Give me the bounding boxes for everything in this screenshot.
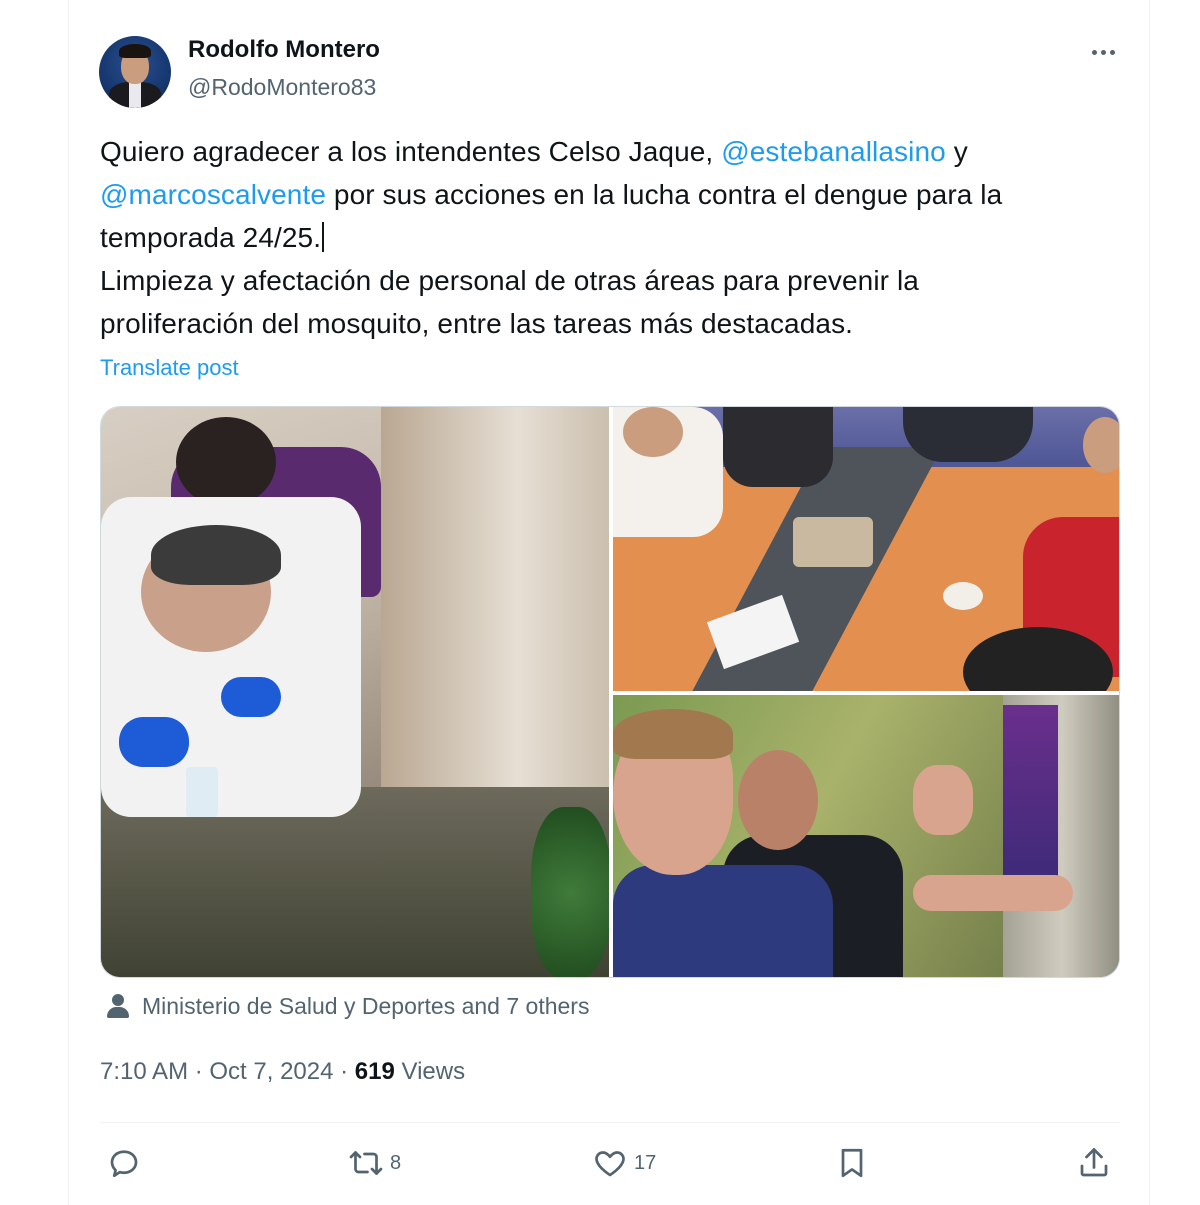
photo-person <box>903 407 1033 462</box>
reply-button[interactable] <box>106 1145 148 1181</box>
media-grid <box>100 406 1120 978</box>
reply-icon <box>110 1150 138 1178</box>
photo-hand <box>913 765 973 835</box>
photo-glove <box>119 717 189 767</box>
post-text-segment: y <box>945 136 968 167</box>
like-icon <box>595 1151 625 1177</box>
author-avatar[interactable] <box>99 36 171 108</box>
photo-poster[interactable] <box>613 695 1119 977</box>
repost-button[interactable]: 8 <box>348 1145 401 1181</box>
photo-poster-sign <box>1003 705 1058 885</box>
post-line-4: Limpieza y afectación de personal de otr… <box>100 265 919 296</box>
like-button[interactable]: 17 <box>592 1145 656 1181</box>
photo-arm <box>913 875 1073 911</box>
photo-wall <box>381 407 609 787</box>
tagged-users-label: Ministerio de Salud y Deportes and 7 oth… <box>142 992 590 1019</box>
photo-sample-cup <box>186 767 218 817</box>
post-text: Quiero agradecer a los intendentes Celso… <box>100 130 1110 345</box>
photo-person-hair <box>613 709 733 759</box>
bookmark-icon <box>841 1148 863 1178</box>
post-line-5: proliferación del mosquito, entre las ta… <box>100 308 854 339</box>
photo-glove <box>221 677 281 717</box>
photo-meeting[interactable] <box>613 407 1119 691</box>
post-text-segment: temporada 24/25. <box>100 222 322 253</box>
translate-post-link[interactable]: Translate post <box>100 355 239 381</box>
mention-estebanallasino[interactable]: @estebanallasino <box>721 136 946 167</box>
post-line-1: Quiero agradecer a los intendentes Celso… <box>100 130 1110 173</box>
divider <box>100 1122 1120 1123</box>
avatar-shirt <box>129 82 141 108</box>
photo-worker-head <box>176 417 276 507</box>
mention-marcoscalvente[interactable]: @marcoscalvente <box>100 179 326 210</box>
photo-plant <box>531 807 609 977</box>
views-label: Views <box>394 1058 466 1085</box>
author-name[interactable]: Rodolfo Montero <box>188 36 380 64</box>
photo-box <box>793 517 873 567</box>
like-count: 17 <box>634 1151 657 1174</box>
author-handle[interactable]: @RodoMontero83 <box>188 74 376 101</box>
post-text-segment: Quiero agradecer a los intendentes Celso… <box>100 136 722 167</box>
photo-cup <box>943 582 983 610</box>
tagged-users[interactable]: Ministerio de Salud y Deportes and 7 oth… <box>104 992 589 1020</box>
photo-person-head <box>1083 417 1119 473</box>
post-timestamp[interactable]: 7:10 AM · Oct 7, 2024 · <box>100 1058 355 1085</box>
photo-inspection[interactable] <box>101 407 609 977</box>
text-caret <box>322 222 325 252</box>
share-icon <box>1080 1148 1108 1177</box>
more-icon[interactable] <box>1086 38 1120 66</box>
photo-person-head <box>623 407 683 457</box>
photo-person <box>723 407 833 487</box>
photo-person-head <box>738 750 818 850</box>
repost-icon <box>349 1151 383 1175</box>
repost-count: 8 <box>390 1151 402 1174</box>
views-count: 619 <box>354 1058 395 1085</box>
post-line-2: @marcoscalvente por sus acciones en la l… <box>100 173 1110 216</box>
photo-man-hair <box>151 525 281 585</box>
share-button[interactable] <box>1076 1145 1112 1181</box>
post-line-3: temporada 24/25. <box>100 216 1110 259</box>
post-text-segment: por sus acciones en la lucha contra el d… <box>326 179 1003 210</box>
avatar-hair <box>119 44 151 58</box>
post-meta: 7:10 AM · Oct 7, 2024 · 619 Views <box>100 1058 465 1086</box>
person-icon <box>104 992 132 1020</box>
photo-person <box>613 865 833 977</box>
bookmark-button[interactable] <box>834 1145 870 1181</box>
